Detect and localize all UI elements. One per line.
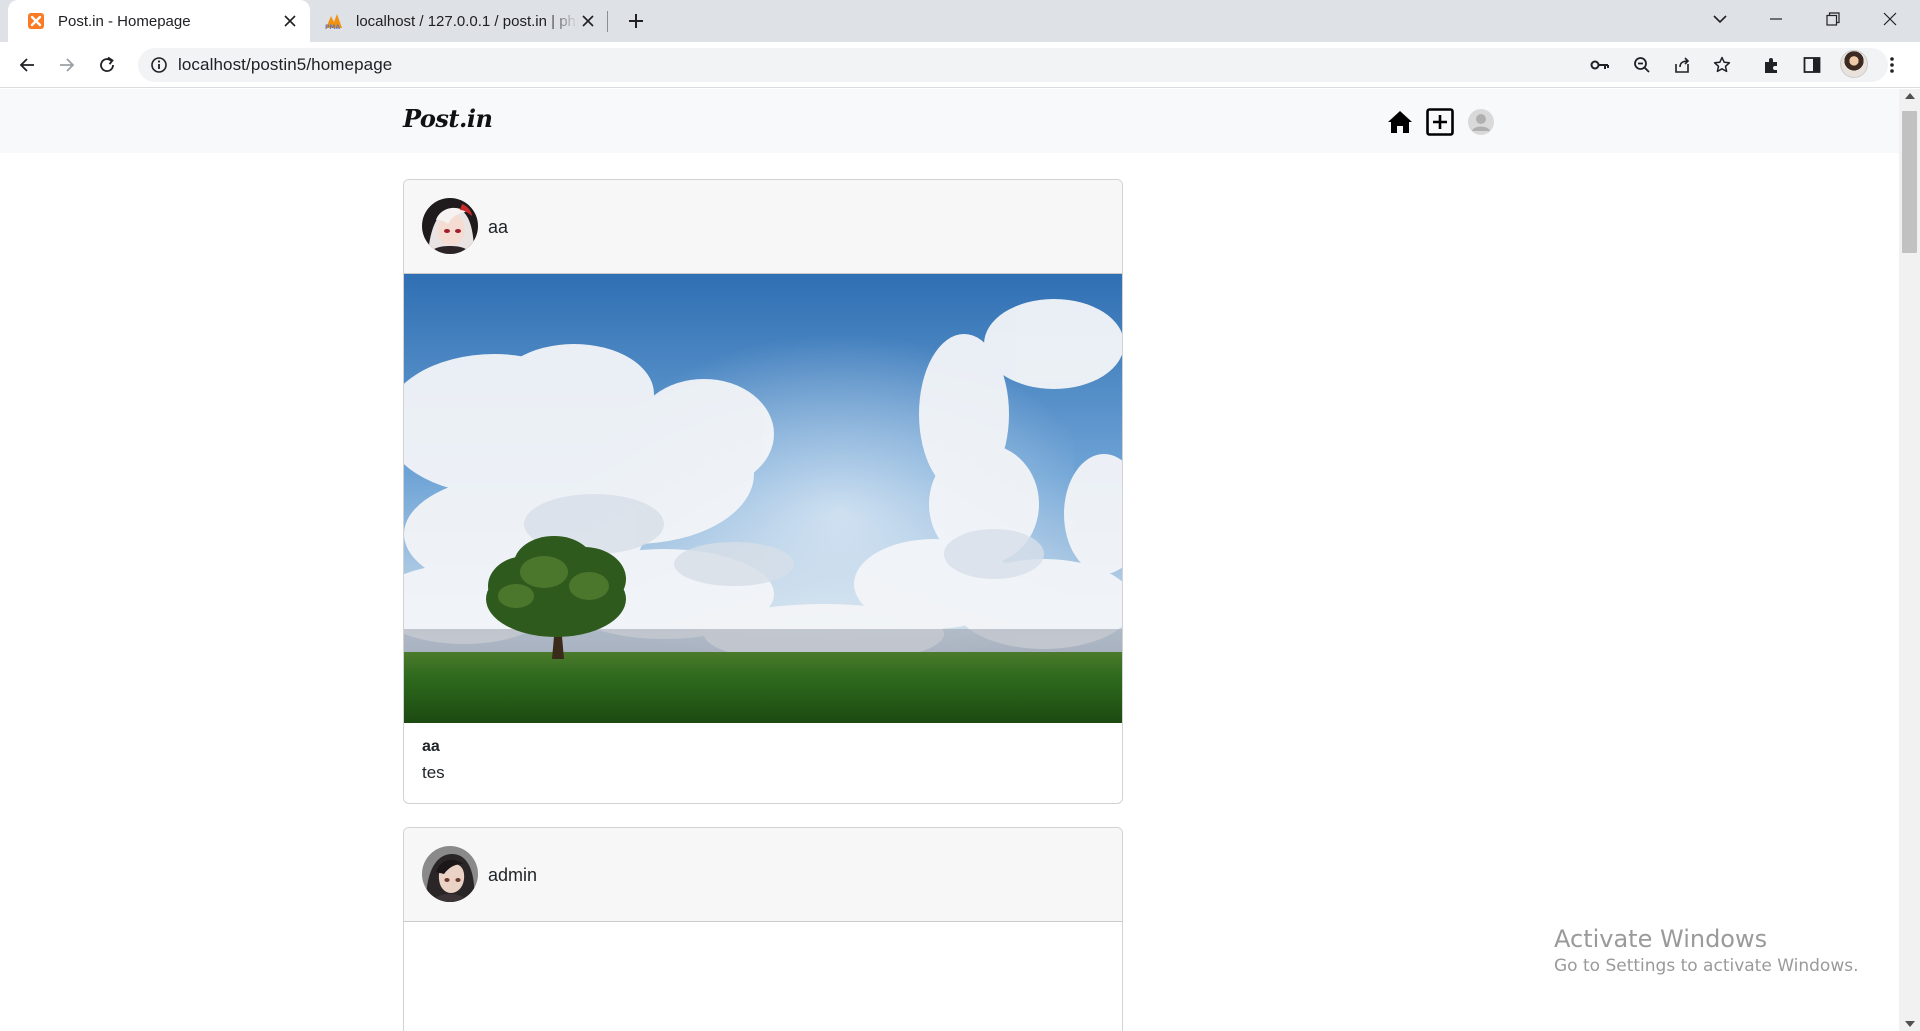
key-icon[interactable]	[1590, 55, 1610, 75]
browser-profile-avatar[interactable]	[1840, 50, 1868, 78]
close-icon[interactable]	[578, 11, 598, 31]
new-tab-button[interactable]	[623, 8, 649, 34]
post-username[interactable]: aa	[488, 180, 508, 274]
windows-activation-watermark: Activate Windows Go to Settings to activ…	[1554, 924, 1859, 978]
plus-icon	[629, 14, 643, 28]
minimize-button[interactable]	[1748, 0, 1804, 38]
minimize-icon	[1770, 18, 1782, 20]
post-header: admin	[404, 828, 1122, 922]
site-navbar: Post.in	[0, 89, 1899, 153]
post-header: aa	[404, 180, 1122, 274]
home-icon[interactable]	[1385, 107, 1415, 137]
page-viewport: Post.in aa aa tes admin Activate Windows…	[0, 89, 1899, 1031]
tab-title: localhost / 127.0.0.1 / post.in | phpMyA…	[356, 12, 578, 30]
chevron-down-icon	[1713, 15, 1727, 24]
arrow-left-icon	[19, 58, 34, 72]
scroll-up-arrow-icon[interactable]	[1905, 93, 1915, 99]
svg-text:PMA: PMA	[325, 24, 340, 30]
reload-button[interactable]	[91, 49, 123, 81]
star-icon[interactable]	[1712, 55, 1732, 75]
post-image	[404, 922, 1122, 1031]
tab-phpmyadmin[interactable]: PMA localhost / 127.0.0.1 / post.in | ph…	[312, 0, 608, 42]
close-icon	[1883, 12, 1897, 26]
back-button[interactable]	[11, 49, 43, 81]
scroll-down-arrow-icon[interactable]	[1905, 1021, 1915, 1027]
zoom-out-icon[interactable]	[1632, 55, 1652, 75]
post-image	[404, 274, 1122, 723]
restore-icon	[1826, 12, 1840, 26]
watermark-subtitle: Go to Settings to activate Windows.	[1554, 956, 1859, 976]
page-scrollbar[interactable]	[1899, 89, 1920, 1031]
post-card: aa aa tes	[403, 179, 1123, 804]
watermark-title: Activate Windows	[1554, 925, 1768, 953]
post-username[interactable]: admin	[488, 828, 537, 922]
post-body: aa tes	[404, 723, 1122, 803]
side-panel-icon[interactable]	[1800, 53, 1824, 77]
share-icon[interactable]	[1672, 55, 1692, 75]
scrollbar-thumb[interactable]	[1902, 111, 1917, 253]
arrow-right-icon	[60, 58, 75, 72]
post-card: admin	[403, 827, 1123, 1031]
tab-title: Post.in - Homepage	[58, 12, 191, 30]
avatar[interactable]	[422, 846, 478, 902]
tab-divider	[607, 11, 608, 32]
browser-toolbar: localhost/postin5/homepage	[0, 42, 1920, 88]
profile-icon[interactable]	[1466, 107, 1496, 137]
brand-logo[interactable]: Post.in	[403, 104, 493, 133]
forward-button[interactable]	[51, 49, 83, 81]
url-text[interactable]: localhost/postin5/homepage	[178, 48, 392, 82]
caption-username[interactable]: aa	[422, 735, 1104, 759]
address-bar[interactable]: localhost/postin5/homepage	[138, 48, 1888, 82]
reload-icon	[100, 56, 114, 72]
post-caption: tes	[422, 763, 445, 782]
add-post-icon[interactable]	[1425, 107, 1455, 137]
tab-post-in-homepage[interactable]: Post.in - Homepage	[8, 0, 310, 42]
close-icon[interactable]	[280, 11, 300, 31]
browser-tabstrip: Post.in - Homepage PMA localhost / 127.0…	[0, 0, 1920, 42]
xampp-icon	[26, 11, 46, 31]
menu-dots-icon[interactable]	[1880, 53, 1904, 77]
info-icon[interactable]	[150, 56, 168, 79]
tab-search-button[interactable]	[1692, 0, 1748, 38]
avatar[interactable]	[422, 198, 478, 254]
close-window-button[interactable]	[1862, 0, 1918, 38]
extensions-icon[interactable]	[1760, 53, 1784, 77]
restore-button[interactable]	[1805, 0, 1861, 38]
phpmyadmin-icon: PMA	[324, 11, 344, 31]
